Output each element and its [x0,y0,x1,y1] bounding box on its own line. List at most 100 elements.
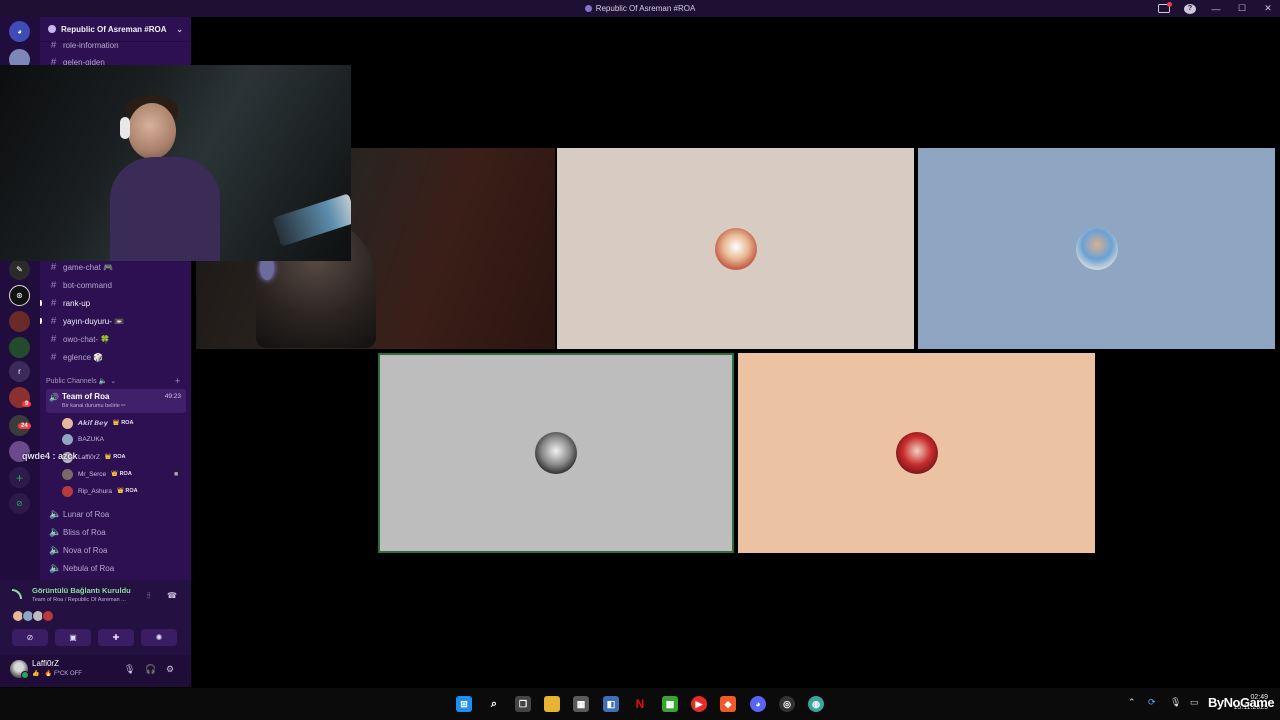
server-letter-icon[interactable]: r [9,361,30,382]
minecraft-icon[interactable]: ▩ [662,696,678,712]
channel-role-information[interactable]: # role-information [46,37,186,53]
server-openai-icon[interactable]: ⊛ [9,285,30,306]
search-icon[interactable]: ⌕ [486,696,502,712]
speaker-icon: 🔈 [49,562,62,574]
settings-icon[interactable]: ⚙ [166,664,174,675]
keyboard-image [272,193,351,247]
webcam-overlay [0,65,351,261]
hash-icon: # [50,39,57,51]
video-tile-avatar[interactable] [557,148,914,349]
soundboard-button[interactable]: ✺ [141,629,177,646]
channel-eglence[interactable]: # eglence 🎲 [46,349,186,365]
window-title: Republic Of Asreman #ROA [584,4,695,13]
add-server-icon[interactable]: + [9,467,30,488]
category-public-channels[interactable]: Public Channels 🔈 ⌄ + [46,376,186,386]
inbox-icon[interactable] [1158,2,1172,13]
speaker-icon: 🔈 [49,508,62,520]
server-icon [584,5,592,12]
voice-member[interactable]: BAZUKA [62,432,109,446]
voice-member[interactable]: 𝘼𝙠𝙞𝙛 𝘽𝙚𝙮 👑 ROA [62,416,133,430]
close-button[interactable]: ✕ [1262,3,1274,14]
hash-icon: # [50,297,57,309]
avatar[interactable] [10,660,29,679]
voice-member[interactable]: Rip_Ashura 👑 ROA [62,484,138,498]
direct-messages-icon[interactable]: ◕ [9,21,30,42]
channel-game-chat[interactable]: # game-chat 🎮 [46,259,186,275]
help-icon[interactable]: ? [1184,3,1196,14]
mention-badge: 24 [18,423,31,429]
chevron-down-icon[interactable]: ⌄ [176,25,183,34]
video-tile-avatar[interactable] [918,148,1275,349]
screen-share-button[interactable]: ▣ [55,629,91,646]
signal-icon[interactable] [12,589,22,599]
noise-suppression-icon[interactable]: ⦙⦙ [147,591,151,601]
sync-icon[interactable]: ⟳ [1148,697,1156,708]
avatar [1075,227,1118,270]
network-icon[interactable]: ▭ [1190,697,1199,708]
server-anime-icon[interactable] [9,311,30,332]
headphones-icon[interactable]: 🎧 [145,664,156,675]
speaker-icon: 🔈 [49,526,62,538]
app-icon[interactable]: ▦ [573,696,589,712]
avatar [62,417,73,429]
hash-icon: # [50,279,57,291]
maximize-button[interactable]: ☐ [1236,3,1248,14]
channel-rank-up[interactable]: # rank-up [40,295,186,311]
voice-channel-bliss[interactable]: 🔈 Bliss of Roa [46,524,186,540]
voice-channel-lunar[interactable]: 🔈 Lunar of Roa [46,506,186,522]
unread-badge: 9 [22,401,32,407]
channel-yayin-duyuru[interactable]: # yayın-duyuru- 📼 [40,313,186,329]
discord-icon[interactable]: ◕ [750,696,766,712]
participant-avatars[interactable] [12,610,54,622]
store-icon[interactable]: ◧ [603,696,619,712]
task-view-icon[interactable]: ❐ [515,696,531,712]
taskbar: ⊞ ⌕ ❐ ▦ ◧ N ▩ ▶ ◆ ◕ ◎ ◍ ⌃ ⟳ 🎙 ▭ 02:49 15… [0,688,1280,720]
obs-icon[interactable]: ◎ [779,696,795,712]
disconnect-icon[interactable]: ☎ [167,591,177,600]
watermark-logo: ByNoGame [1208,695,1275,710]
channel-bot-command[interactable]: # bot-command [46,277,186,293]
minimize-button[interactable]: — [1210,4,1222,14]
avatar [62,485,73,497]
avatar [42,610,54,622]
app-globe-icon[interactable]: ◍ [808,696,824,712]
discover-icon[interactable]: ⊘ [9,493,30,514]
window-controls: ? — ☐ ✕ [1158,0,1274,17]
hash-icon: # [50,333,57,345]
voice-channel-nova[interactable]: 🔈 Nova of Roa [46,542,186,558]
chevron-up-icon[interactable]: ⌃ [1128,697,1136,708]
netflix-icon[interactable]: N [632,696,648,712]
hash-icon: # [50,315,57,327]
stream-chat-overlay: qwde4 : azck [22,451,78,461]
camera-off-button[interactable]: ⊘ [12,629,48,646]
microphone-icon[interactable]: 🎙 [124,664,135,675]
speaker-icon: 🔈 [49,544,62,556]
video-tile-avatar[interactable] [738,353,1095,553]
start-icon[interactable]: ⊞ [456,696,472,712]
server-tool-icon[interactable]: ✎ [9,259,30,280]
channel-owo-chat[interactable]: # owo-chat- 🍀 [46,331,186,347]
headphone-icon [120,117,130,139]
create-channel-icon[interactable]: + [175,376,180,386]
person-head [128,103,176,159]
avatar [62,468,73,480]
discord-window: { "window": { "title": "Republic Of Asre… [0,0,1280,720]
voice-member[interactable]: Mr_Serce 👑 ROA ■ [62,467,178,481]
unread-indicator [40,300,42,306]
voice-channel-team-of-roa[interactable]: 🔊 Team of Roa Bir kanal durumu belirle ✏… [46,389,186,413]
file-explorer-icon[interactable] [544,696,560,712]
avatar [535,432,577,474]
unread-indicator [40,318,42,324]
brave-icon[interactable]: ◆ [720,696,736,712]
youtube-music-icon[interactable]: ▶ [691,696,707,712]
video-tile-avatar-speaking[interactable] [378,353,734,553]
server-green-icon[interactable] [9,337,30,358]
hash-icon: # [50,351,57,363]
title-bar: Republic Of Asreman #ROA ? — ☐ ✕ [0,0,1280,17]
chevron-down-icon: ⌄ [110,378,117,385]
avatar [62,433,73,445]
voice-channel-nebula[interactable]: 🔈 Nebula of Roa [46,560,186,576]
activities-button[interactable]: ✚ [98,629,134,646]
server-badge-icon [48,25,56,33]
microphone-icon[interactable]: 🎙 [1170,697,1181,708]
